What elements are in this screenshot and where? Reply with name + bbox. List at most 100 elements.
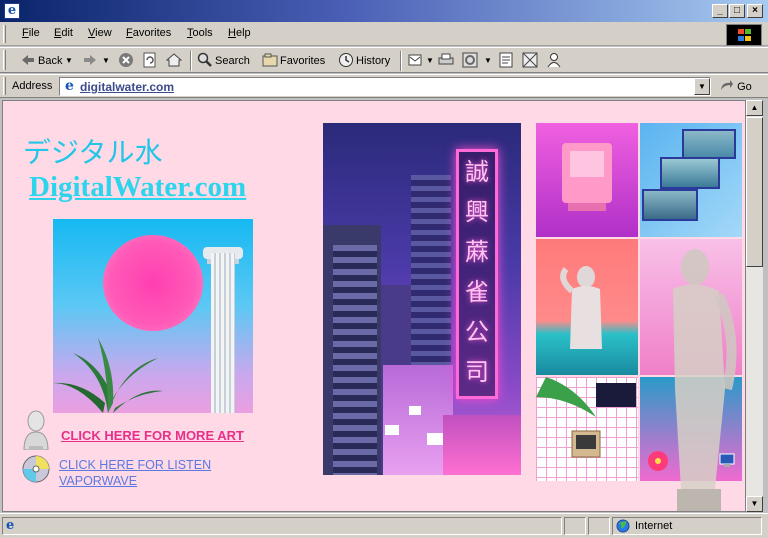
toolbar-grip[interactable] [3,77,6,95]
close-button[interactable]: × [747,4,763,18]
windows-flag-icon [738,29,752,42]
windows-ocean-tile [640,123,742,237]
discuss-button[interactable] [498,52,516,70]
neon-sign-char: 雀 [465,278,489,306]
home-button[interactable] [166,52,184,70]
retro-computer-icon [562,143,612,211]
page-ie-icon: e [65,78,74,94]
address-label: Address [12,80,53,92]
back-arrow-icon [22,55,34,65]
forward-dropdown[interactable]: ▼ [102,52,110,70]
ocean-window-graphic [660,157,720,189]
more-art-link[interactable]: CLICK HERE FOR MORE ART [61,428,244,443]
favorites-button[interactable]: Favorites [262,52,325,70]
stop-button[interactable] [118,52,136,70]
mail-button[interactable] [408,52,426,70]
back-button[interactable]: Back [20,52,62,70]
menu-favorites[interactable]: Favorites [126,27,171,39]
toolbar-separator [190,51,192,71]
go-button[interactable]: Go [720,80,752,93]
research-icon [522,52,538,68]
scroll-up-button[interactable]: ▲ [746,100,763,116]
menu-bar: File Edit View Favorites Tools Help [0,22,768,46]
toolbar-grip[interactable] [3,50,6,70]
monitor-icon [719,453,735,467]
history-clock-icon [339,53,353,67]
neon-sign-char: 司 [465,358,489,386]
statue-bust-icon [23,410,49,450]
research-button[interactable] [522,52,540,70]
neon-shop-sign-graphic [443,415,521,475]
address-url[interactable]: digitalwater.com [80,80,174,94]
messenger-button[interactable] [546,52,564,70]
status-pane [564,517,586,535]
car-graphic [385,425,399,435]
statue-sea-tile [536,239,638,375]
standard-toolbar: Back ▼ ▼ Search Favorites History ▼ ▼ [0,47,768,73]
ocean-window-graphic [682,129,736,159]
vaporwave-link-line2[interactable]: VAPORWAVE [59,474,137,488]
menu-tools[interactable]: Tools [187,27,213,39]
minimize-button[interactable]: _ [712,4,728,18]
pink-mac-tile [536,123,638,237]
home-icon [166,53,182,67]
toolbar-separator [400,51,402,71]
address-input[interactable]: e digitalwater.com ▼ [59,77,711,96]
address-bar: Address e digitalwater.com ▼ Go [0,74,768,98]
menu-edit[interactable]: Edit [54,27,73,39]
discuss-icon [499,52,513,68]
ie-logo-icon[interactable]: e [4,3,20,19]
vaporwave-link-line1[interactable]: CLICK HERE FOR LISTEN [59,458,211,472]
printer-icon [438,53,454,65]
cd-disc-icon [22,455,50,483]
page-status-icon: e [6,518,15,533]
address-dropdown[interactable]: ▼ [694,78,710,95]
forward-arrow-icon [84,55,96,65]
large-statue-graphic [673,249,737,511]
edit-page-icon [462,52,478,68]
menu-file[interactable]: File [22,27,40,39]
car-graphic [427,433,443,445]
windows-logo-throbber [726,24,762,46]
classical-statue-graphic [560,266,602,349]
mail-dropdown[interactable]: ▼ [426,52,434,70]
security-zone-pane: Internet [612,517,762,535]
status-message-pane: e [2,517,562,535]
edit-dropdown[interactable]: ▼ [484,52,492,70]
print-button[interactable] [438,52,456,70]
scroll-down-button[interactable]: ▼ [746,496,763,512]
neon-sign-char: 誠 [465,158,489,186]
site-title-link[interactable]: DigitalWater.com [29,171,246,204]
neon-sign-char: 蔴 [465,238,489,266]
menu-view[interactable]: View [88,27,112,39]
listen-vaporwave-link[interactable]: CLICK HERE FOR LISTEN VAPORWAVE [59,457,249,489]
search-button[interactable]: Search [197,52,250,70]
forward-button[interactable] [82,52,100,70]
go-arrow-icon [721,80,733,90]
palm-and-computer-graphic [536,377,636,458]
menu-help[interactable]: Help [228,27,251,39]
neon-vertical-sign: 誠 興 蔴 雀 公 司 [456,149,498,399]
neon-city-image: 誠 興 蔴 雀 公 司 [323,123,521,475]
mail-icon [408,54,422,66]
car-graphic [409,406,421,415]
history-button[interactable]: History [338,52,390,70]
japanese-title: デジタル水 [23,136,163,169]
back-dropdown[interactable]: ▼ [65,52,73,70]
building-windows-graphic [333,245,377,475]
vertical-scrollbar[interactable]: ▲ ▼ [746,100,763,512]
sunset-column-image [53,219,253,413]
globe-icon [616,519,630,533]
refresh-button[interactable] [142,52,160,70]
maximize-button[interactable]: □ [729,4,745,18]
title-bar: e _ □ × [0,0,768,22]
neon-sign-char: 興 [465,198,489,226]
edit-button[interactable] [462,52,480,70]
web-page-content: デジタル水 DigitalWater.com CLICK HERE FOR MO… [2,100,746,512]
search-icon [197,52,212,67]
favorites-folder-icon [262,53,278,67]
toolbar-grip[interactable] [3,25,6,43]
greek-column-graphic [211,253,235,413]
status-pane [588,517,610,535]
scroll-thumb[interactable] [746,117,763,267]
